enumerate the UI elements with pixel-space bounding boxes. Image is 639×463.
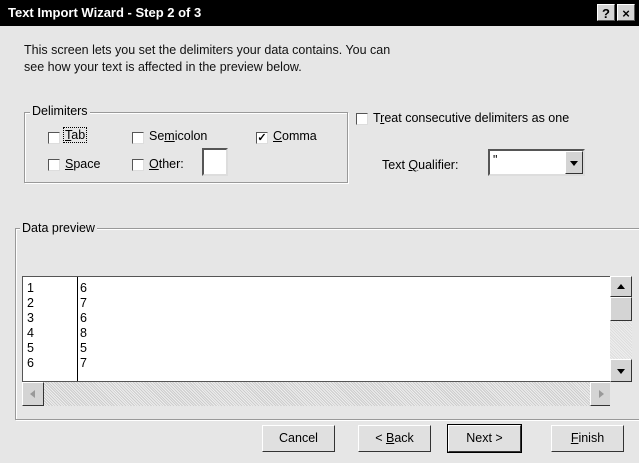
preview-cell: 5 <box>80 341 87 355</box>
comma-label[interactable]: Comma <box>273 129 317 143</box>
preview-cell: 7 <box>80 356 87 370</box>
window-title: Text Import Wizard - Step 2 of 3 <box>8 5 202 20</box>
finish-button[interactable]: Finish <box>551 425 624 452</box>
other-label[interactable]: Other: <box>149 157 184 171</box>
semicolon-checkbox[interactable] <box>132 132 144 144</box>
close-button[interactable]: × <box>617 4 635 21</box>
preview-cell: 7 <box>80 296 87 310</box>
comma-checkbox[interactable]: ✓ <box>256 132 268 144</box>
arrow-left-icon <box>30 390 35 398</box>
preview-cell: 8 <box>80 326 87 340</box>
text-import-wizard-dialog: Text Import Wizard - Step 2 of 3 ? × Thi… <box>0 0 639 463</box>
next-button[interactable]: Next > <box>447 424 522 453</box>
space-label[interactable]: Space <box>65 157 100 171</box>
preview-cell: 6 <box>27 356 34 370</box>
data-preview-grid[interactable]: 1 2 3 4 5 6 6 7 6 8 5 7 <box>22 276 612 382</box>
scroll-right-button[interactable] <box>590 382 612 406</box>
data-preview-legend: Data preview <box>20 221 97 235</box>
column-divider <box>77 277 78 381</box>
help-button[interactable]: ? <box>597 4 615 21</box>
preview-cell: 6 <box>80 311 87 325</box>
preview-cell: 2 <box>27 296 34 310</box>
cancel-button[interactable]: Cancel <box>262 425 335 452</box>
chevron-down-icon <box>570 160 578 166</box>
preview-column-2: 6 7 6 8 5 7 <box>80 281 87 371</box>
horizontal-scrollbar[interactable] <box>22 382 612 406</box>
delimiters-group <box>24 112 348 183</box>
arrow-right-icon <box>599 390 604 398</box>
preview-cell: 1 <box>27 281 34 295</box>
scroll-up-button[interactable] <box>610 276 632 297</box>
text-qualifier-label: Text Qualifier: <box>382 158 459 172</box>
space-checkbox[interactable] <box>48 159 60 171</box>
intro-line-1: This screen lets you set the delimiters … <box>24 43 391 57</box>
vertical-scroll-thumb[interactable] <box>610 297 632 321</box>
consecutive-delimiters-checkbox[interactable] <box>356 113 368 125</box>
back-button[interactable]: < Back <box>358 425 431 452</box>
title-bar[interactable]: Text Import Wizard - Step 2 of 3 ? × <box>0 0 639 26</box>
text-qualifier-select[interactable]: " <box>488 149 585 176</box>
intro-text: This screen lets you set the delimiters … <box>24 42 390 76</box>
scroll-down-button[interactable] <box>610 359 632 382</box>
preview-cell: 4 <box>27 326 34 340</box>
tab-label[interactable]: Tab <box>63 127 88 143</box>
scroll-left-button[interactable] <box>22 382 44 406</box>
other-delimiter-input[interactable] <box>202 148 228 176</box>
tab-checkbox[interactable] <box>48 132 60 144</box>
arrow-up-icon <box>617 283 625 289</box>
intro-line-2: see how your text is affected in the pre… <box>24 60 302 74</box>
text-qualifier-value: " <box>493 153 498 167</box>
semicolon-label[interactable]: Semicolon <box>149 129 207 143</box>
preview-cell: 6 <box>80 281 87 295</box>
scrollbar-corner <box>610 382 632 406</box>
arrow-down-icon <box>617 368 625 374</box>
preview-column-1: 1 2 3 4 5 6 <box>27 281 34 371</box>
preview-cell: 5 <box>27 341 34 355</box>
delimiters-legend: Delimiters <box>30 104 90 118</box>
other-checkbox[interactable] <box>132 159 144 171</box>
preview-cell: 3 <box>27 311 34 325</box>
vertical-scrollbar[interactable] <box>610 276 632 382</box>
consecutive-delimiters-label[interactable]: Treat consecutive delimiters as one <box>373 111 569 125</box>
text-qualifier-dropdown-button[interactable] <box>565 151 583 174</box>
